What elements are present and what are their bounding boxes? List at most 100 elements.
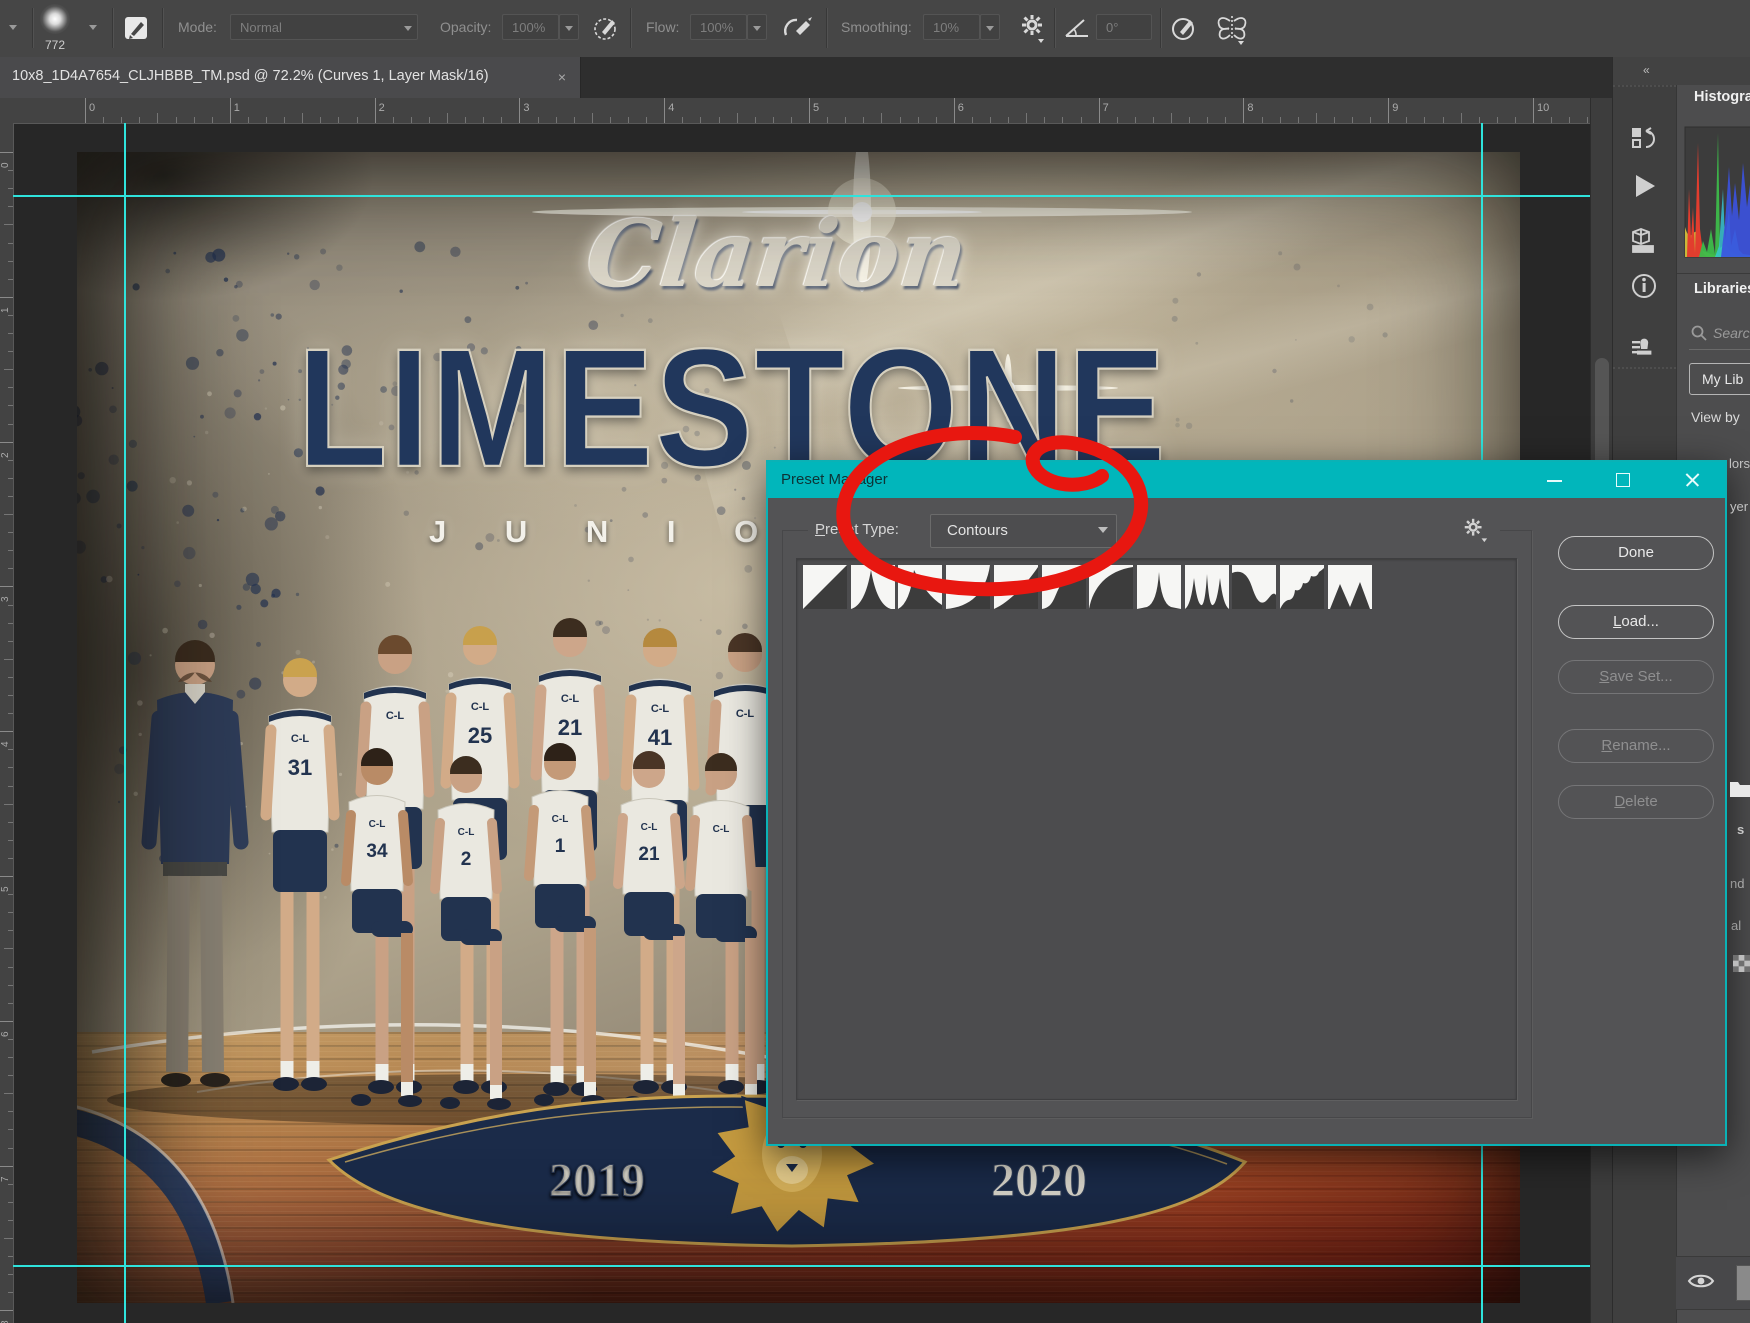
blend-mode-value: Normal: [240, 20, 282, 35]
brush-size-value: 772: [44, 38, 66, 52]
preset-list-area[interactable]: [796, 558, 1517, 1100]
guide-vertical-left[interactable]: [124, 123, 126, 1323]
opacity-chevron[interactable]: [559, 14, 579, 40]
flow-value-field[interactable]: 100%: [690, 14, 747, 40]
smoothing-value-field[interactable]: 10%: [923, 14, 980, 40]
guide-horizontal-bottom[interactable]: [13, 1265, 1590, 1267]
smoothing-chevron[interactable]: [980, 14, 1000, 40]
smoothing-options-gear-icon[interactable]: [1018, 12, 1048, 44]
snapshot-panel-icon[interactable]: [1629, 125, 1659, 155]
ruler-top-number: 0: [89, 102, 96, 114]
contour-preset-sawtooth-1[interactable]: [1327, 565, 1372, 609]
contour-preset-linear[interactable]: [803, 565, 847, 609]
info-panel-icon[interactable]: [1629, 271, 1659, 301]
layer-thumbnail-fragment[interactable]: [1736, 1265, 1750, 1301]
document-tab-bar: 10x8_1D4A7654_CLJHBBB_TM.psd @ 72.2% (Cu…: [0, 57, 1612, 98]
separator: [32, 8, 34, 48]
view-by-label: View by: [1691, 409, 1740, 425]
contour-preset-cone[interactable]: [850, 565, 895, 609]
tab-close-icon[interactable]: ×: [552, 67, 572, 87]
pressure-opacity-icon[interactable]: [592, 13, 622, 43]
tool-preset-picker-chevron[interactable]: [4, 14, 24, 42]
search-icon: [1691, 325, 1707, 341]
contour-preset-gaussian[interactable]: [1041, 565, 1086, 609]
channels-fragment: s: [1737, 822, 1745, 837]
ruler-top: 0 1 2 3 4 5 6 7 8 9 10: [13, 98, 1590, 124]
close-button[interactable]: [1676, 462, 1710, 498]
3d-panel-icon[interactable]: [1629, 225, 1659, 255]
separator: [112, 8, 114, 48]
ruler-top-number: 7: [1102, 102, 1109, 114]
opacity-label: Opacity:: [440, 19, 492, 35]
save-set-button[interactable]: Save Set...: [1558, 660, 1714, 694]
year-right: 2020: [991, 1154, 1087, 1207]
preset-type-label: Preset Type:: [815, 521, 899, 538]
blend-fragment: nd: [1730, 876, 1745, 891]
contour-preset-half-round[interactable]: [1089, 565, 1134, 609]
year-left: 2019: [549, 1154, 645, 1207]
document-tab[interactable]: 10x8_1D4A7654_CLJHBBB_TM.psd @ 72.2% (Cu…: [0, 57, 581, 98]
histogram-panel-title: Histogra: [1694, 89, 1750, 105]
ruler-top-number: 6: [957, 102, 964, 114]
contour-preset-rolling-slope-descending[interactable]: [1232, 565, 1277, 609]
separator: [1054, 8, 1056, 48]
brush-preset-preview[interactable]: [40, 4, 70, 34]
maximize-button[interactable]: [1606, 462, 1640, 498]
symmetry-butterfly-icon[interactable]: [1214, 13, 1250, 45]
ruler-top-number: 4: [668, 102, 675, 114]
layer-label-fragment: yer: [1730, 499, 1749, 514]
pressure-size-icon[interactable]: [1170, 13, 1200, 43]
brush-angle-icon: [1065, 19, 1088, 37]
separator: [826, 8, 828, 48]
contour-preset-cove-shallow[interactable]: [993, 565, 1038, 609]
load-button[interactable]: Load...: [1558, 605, 1714, 639]
colors-label-fragment: lors: [1729, 456, 1750, 471]
ruler-left: 012345678: [0, 123, 14, 1323]
blend-mode-select[interactable]: Normal: [230, 14, 418, 40]
preset-manager-menu-gear-icon[interactable]: [1460, 516, 1490, 544]
toggle-brush-panel-icon[interactable]: [122, 13, 152, 43]
minimize-button[interactable]: [1538, 462, 1572, 498]
libraries-search-input[interactable]: Searc: [1713, 325, 1750, 341]
collapse-panels-icon[interactable]: «: [1643, 63, 1650, 77]
rename-button[interactable]: Rename...: [1558, 729, 1714, 763]
separator: [1160, 8, 1162, 48]
separator: [162, 8, 164, 48]
options-bar: 772 Mode: Normal Opacity: 100% Flow: 100…: [0, 0, 1750, 58]
preset-type-value: Contours: [947, 522, 1008, 539]
actions-play-icon[interactable]: [1629, 171, 1659, 201]
contour-preset-ring-double[interactable]: [1184, 565, 1229, 609]
preset-type-dropdown[interactable]: Contours: [930, 514, 1117, 548]
airbrush-icon[interactable]: [782, 13, 816, 43]
normal-fragment: al: [1731, 918, 1742, 933]
photoshop-window: 772 Mode: Normal Opacity: 100% Flow: 100…: [0, 0, 1750, 1323]
preset-type-row: Preset Type: Contours: [808, 508, 1500, 550]
dropdown-chevron-icon: [1098, 527, 1108, 537]
contour-preset-rounded-steps[interactable]: [1280, 565, 1324, 609]
contour-preset-ring[interactable]: [1136, 565, 1181, 609]
ruler-top-number: 10: [1537, 102, 1550, 114]
ruler-top-number: 8: [1247, 102, 1254, 114]
folder-icon[interactable]: [1729, 778, 1750, 798]
histogram-graphic: [1684, 126, 1750, 258]
ruler-top-number: 1: [233, 102, 240, 114]
brush-picker-chevron[interactable]: [84, 14, 104, 42]
opacity-value-field[interactable]: 100%: [502, 14, 559, 40]
flow-label: Flow:: [646, 19, 680, 35]
tool-presets-panel-icon[interactable]: [1629, 333, 1659, 363]
document-tab-title: 10x8_1D4A7654_CLJHBBB_TM.psd @ 72.2% (Cu…: [12, 68, 489, 84]
ruler-corner: [0, 98, 14, 123]
layer-visibility-eye-icon[interactable]: [1687, 1272, 1715, 1290]
brush-angle-field[interactable]: 0°: [1096, 14, 1152, 40]
dialog-titlebar[interactable]: Preset Manager: [768, 462, 1725, 498]
my-libraries-button[interactable]: My Lib: [1689, 363, 1750, 395]
guide-horizontal-top[interactable]: [13, 195, 1590, 197]
ruler-top-number: 2: [378, 102, 385, 114]
contour-preset-cove-deep[interactable]: [946, 565, 991, 609]
done-button[interactable]: Done: [1558, 536, 1714, 570]
mode-label: Mode:: [178, 19, 217, 35]
layer-row-fragment: [1676, 1256, 1750, 1310]
delete-button[interactable]: Delete: [1558, 785, 1714, 819]
contour-preset-cone-asymmetrical[interactable]: [898, 565, 943, 609]
flow-chevron[interactable]: [747, 14, 767, 40]
